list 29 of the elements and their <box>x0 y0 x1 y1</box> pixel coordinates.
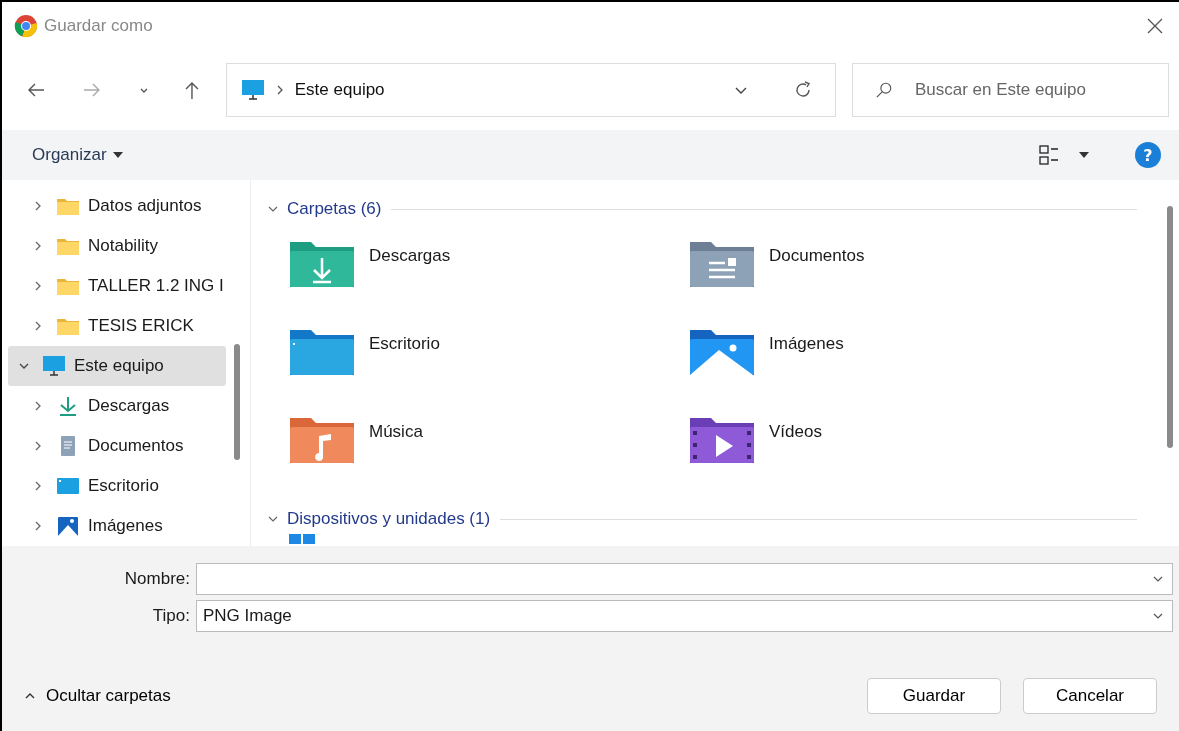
folder-name[interactable]: Imágenes <box>769 334 844 354</box>
sidebar-item[interactable]: Este equipo <box>8 346 226 386</box>
organize-menu[interactable]: Organizar <box>32 145 123 165</box>
folder-name[interactable]: Documentos <box>769 246 865 266</box>
address-bar[interactable]: Este equipo <box>225 63 836 117</box>
folder-name[interactable]: Escritorio <box>369 334 440 354</box>
hide-folders-button[interactable]: Ocultar carpetas <box>24 686 171 706</box>
sidebar-item[interactable]: Datos adjuntos <box>8 186 226 226</box>
folder-name[interactable]: Vídeos <box>769 422 822 442</box>
field-label: Tipo: <box>151 606 191 626</box>
search-field[interactable]: Buscar en Este equipo <box>851 63 1169 117</box>
field-label: Nombre: <box>123 569 191 589</box>
folder-name[interactable]: Música <box>369 422 423 442</box>
help-button[interactable]: ? <box>1135 142 1161 168</box>
group-header[interactable]: Carpetas (6) <box>267 199 382 219</box>
file-type-dropdown[interactable]: PNG Image <box>196 600 1173 632</box>
sidebar-item[interactable]: TALLER 1.2 ING I <box>8 266 226 306</box>
sidebar-item[interactable]: TESIS ERICK <box>8 306 226 346</box>
sidebar-item[interactable]: Imágenes <box>8 506 226 546</box>
address-text: Este equipo <box>294 80 386 100</box>
folder-name[interactable]: Descargas <box>369 246 451 266</box>
sidebar-item[interactable]: Descargas <box>8 386 226 426</box>
save-button[interactable]: Guardar <box>867 678 1001 714</box>
sidebar-item[interactable]: Documentos <box>8 426 226 466</box>
window-title: Guardar como <box>44 16 154 36</box>
group-header[interactable]: Dispositivos y unidades (1) <box>267 509 491 529</box>
sidebar-item[interactable]: Escritorio <box>8 466 226 506</box>
sidebar-item[interactable]: Notability <box>8 226 226 266</box>
cancel-button[interactable]: Cancelar <box>1023 678 1157 714</box>
